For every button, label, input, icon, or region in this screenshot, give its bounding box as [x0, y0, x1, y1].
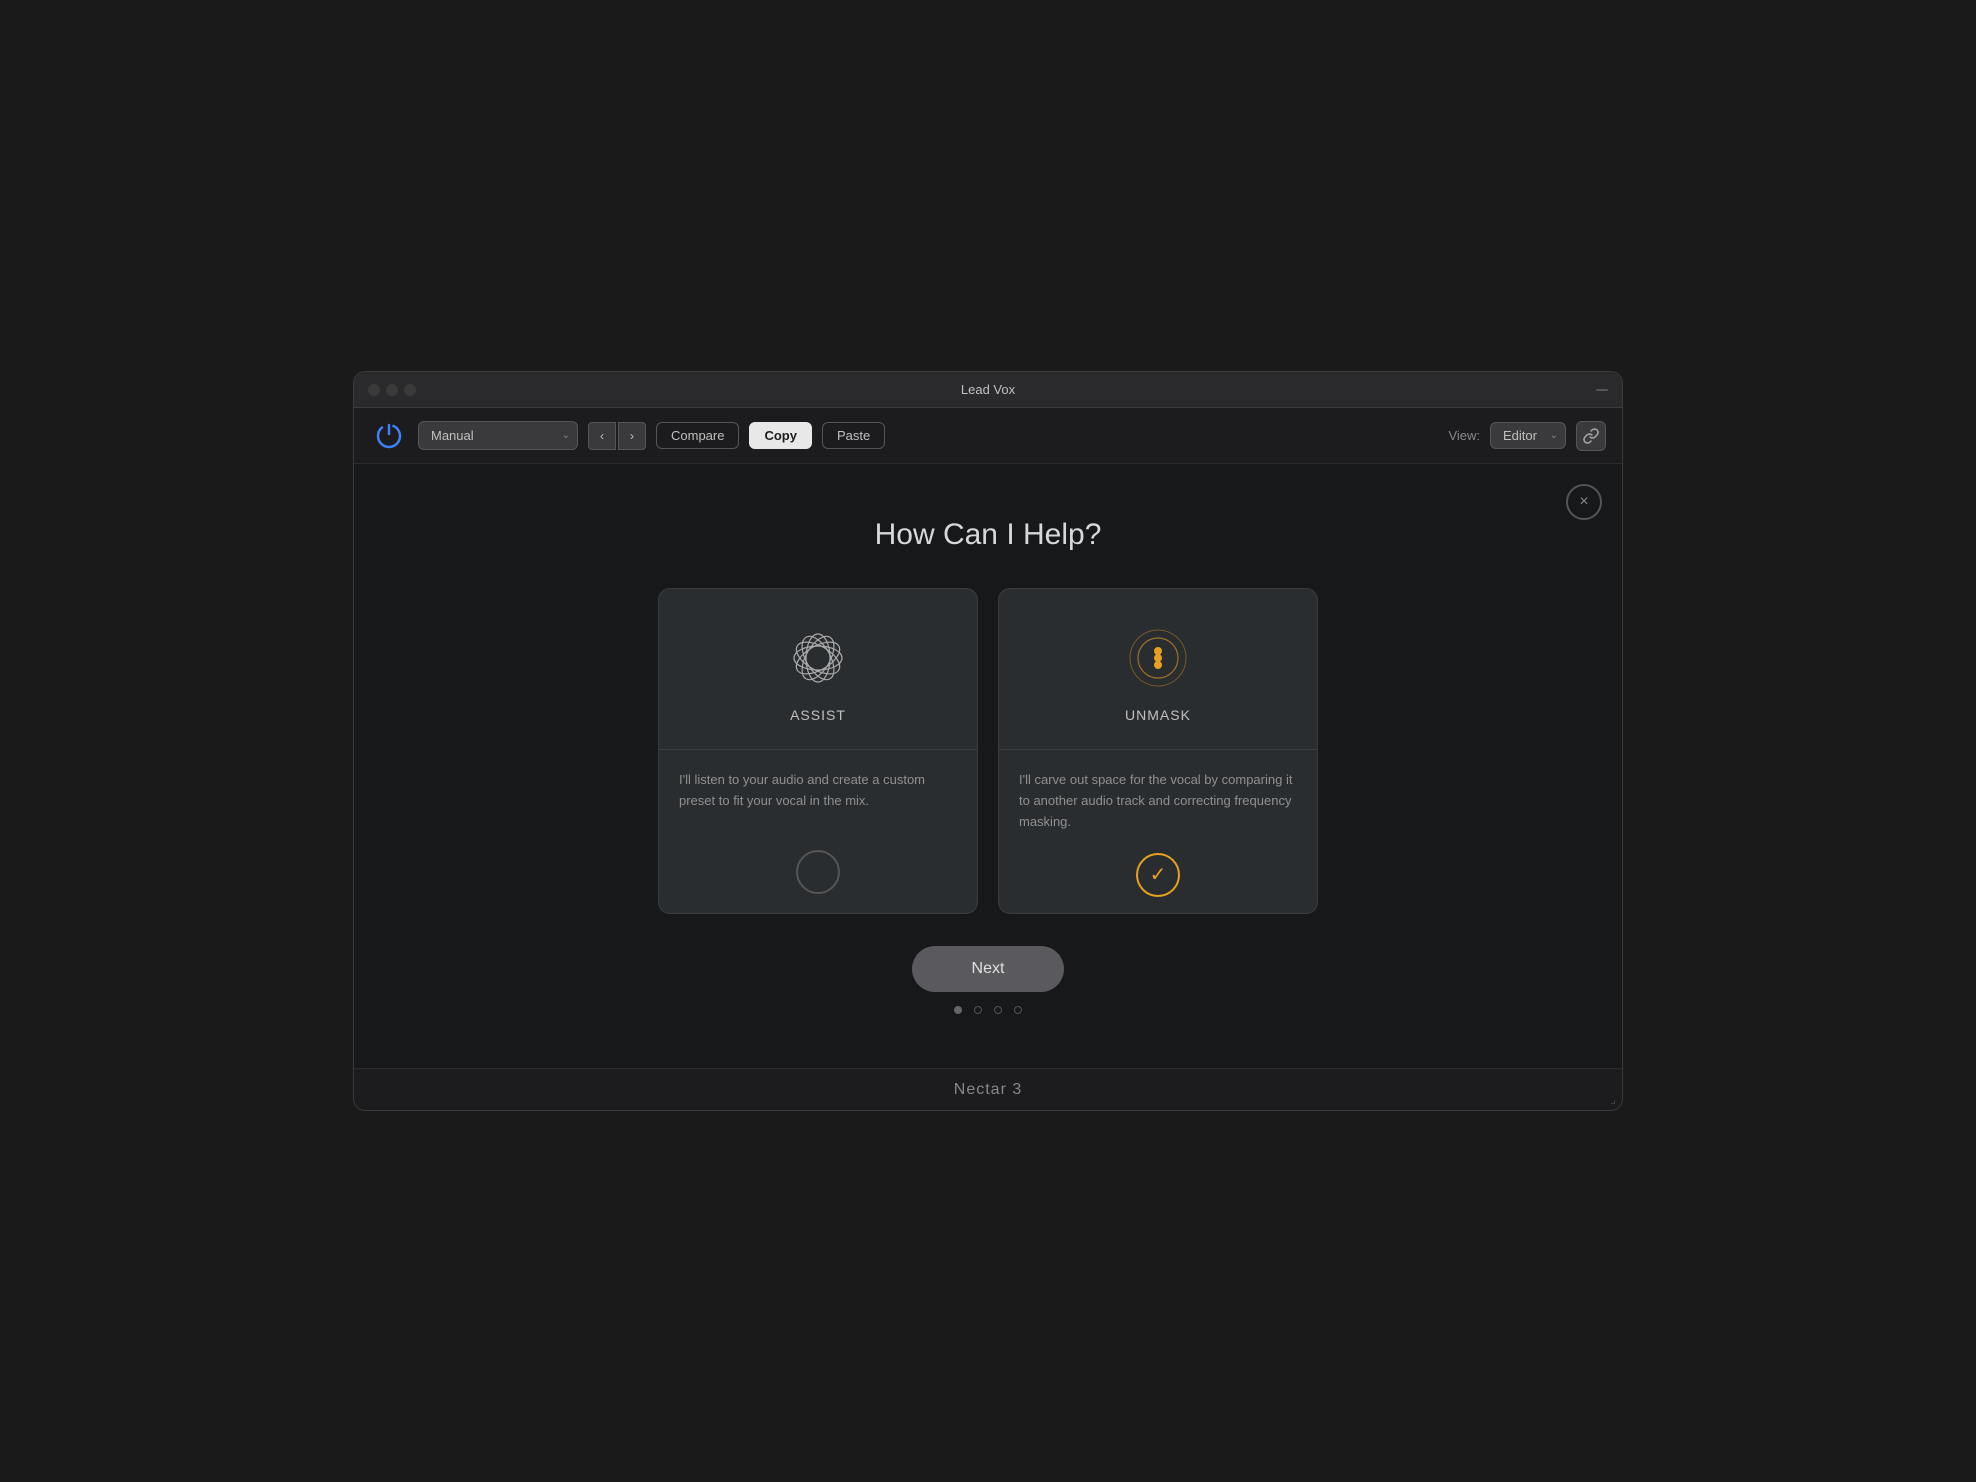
title-bar-right: [1596, 389, 1608, 391]
main-window: Lead Vox Manual ⌄ ‹ › Compare Copy Paste…: [353, 371, 1623, 1111]
nav-back-button[interactable]: ‹: [588, 422, 616, 450]
pagination-dots: [954, 1006, 1022, 1014]
unmask-card[interactable]: UNMASK I'll carve out space for the voca…: [998, 588, 1318, 913]
footer: Nectar 3 ⌟: [354, 1068, 1622, 1110]
dot-1: [954, 1006, 962, 1014]
unmask-select-button[interactable]: ✓: [1136, 853, 1180, 897]
unmask-card-description: I'll carve out space for the vocal by co…: [1019, 770, 1297, 832]
dot-4: [1014, 1006, 1022, 1014]
window-title: Lead Vox: [961, 382, 1015, 397]
title-dash: [1596, 389, 1608, 391]
bottom-area: Next: [912, 946, 1065, 1014]
dot-2: [974, 1006, 982, 1014]
cards-row: ASSIST I'll listen to your audio and cre…: [658, 588, 1318, 913]
toolbar: Manual ⌄ ‹ › Compare Copy Paste View: Ed…: [354, 408, 1622, 464]
checkmark-icon: ✓: [1150, 862, 1167, 887]
assist-select-button[interactable]: [796, 850, 840, 894]
compare-button[interactable]: Compare: [656, 422, 739, 449]
next-button[interactable]: Next: [912, 946, 1065, 992]
unmask-card-name: UNMASK: [1125, 707, 1191, 723]
unmask-card-bottom: I'll carve out space for the vocal by co…: [999, 750, 1317, 912]
copy-button[interactable]: Copy: [749, 422, 812, 449]
dot-3: [994, 1006, 1002, 1014]
paste-button[interactable]: Paste: [822, 422, 885, 449]
traffic-lights: [368, 384, 416, 396]
preset-dropdown[interactable]: Manual: [418, 421, 578, 450]
modal-title: How Can I Help?: [875, 518, 1102, 552]
assist-card-name: ASSIST: [790, 707, 846, 723]
modal-close-button[interactable]: ×: [1566, 484, 1602, 520]
assist-card-top: ASSIST: [659, 589, 977, 749]
title-bar: Lead Vox: [354, 372, 1622, 408]
minimize-traffic-light[interactable]: [386, 384, 398, 396]
power-button[interactable]: [370, 417, 408, 455]
assist-card-bottom: I'll listen to your audio and create a c…: [659, 750, 977, 910]
link-button[interactable]: [1576, 421, 1606, 451]
toolbar-right: View: Editor ⌄: [1448, 421, 1606, 451]
maximize-traffic-light[interactable]: [404, 384, 416, 396]
assist-icon: [783, 623, 853, 693]
view-dropdown[interactable]: Editor: [1490, 422, 1566, 449]
preset-dropdown-wrapper: Manual ⌄: [418, 421, 578, 450]
close-traffic-light[interactable]: [368, 384, 380, 396]
resize-handle-icon[interactable]: ⌟: [1610, 1092, 1616, 1106]
assist-card-description: I'll listen to your audio and create a c…: [679, 770, 957, 812]
view-label: View:: [1448, 428, 1480, 443]
view-dropdown-wrapper: Editor ⌄: [1490, 422, 1566, 449]
nav-forward-button[interactable]: ›: [618, 422, 646, 450]
footer-title: Nectar 3: [954, 1081, 1022, 1099]
main-content: × How Can I Help?: [354, 464, 1622, 1068]
assist-card[interactable]: ASSIST I'll listen to your audio and cre…: [658, 588, 978, 913]
unmask-card-top: UNMASK: [999, 589, 1317, 749]
nav-buttons: ‹ ›: [588, 422, 646, 450]
unmask-icon: [1123, 623, 1193, 693]
